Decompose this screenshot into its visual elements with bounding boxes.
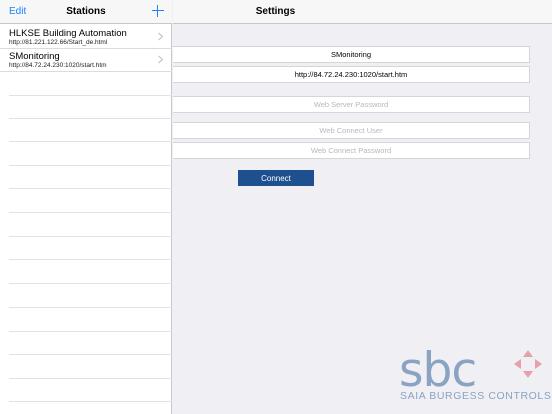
chevron-right-icon: [158, 55, 164, 64]
list-separator: [9, 118, 172, 119]
web-connect-password-field[interactable]: [173, 142, 530, 159]
connect-button[interactable]: Connect: [238, 170, 314, 186]
list-separator: [9, 378, 172, 379]
chevron-right-icon: [158, 32, 164, 41]
stations-title: Stations: [66, 6, 106, 17]
web-server-password-field[interactable]: [173, 96, 530, 113]
settings-nav-bar: Settings: [173, 0, 552, 24]
station-url: http://81.221.122.66/Start_de.html: [9, 39, 108, 46]
station-name-field[interactable]: [173, 46, 530, 63]
add-station-plus-icon[interactable]: [151, 4, 165, 18]
stations-pane: Edit Stations HLKSE Building Automation …: [0, 0, 172, 414]
station-row-hlkse[interactable]: HLKSE Building Automation http://81.221.…: [0, 25, 172, 49]
list-separator: [9, 307, 172, 308]
station-url: http://84.72.24.230:1020/start.htm: [9, 62, 107, 69]
logo-arrows-icon: [514, 350, 542, 378]
list-separator: [9, 259, 172, 260]
web-connect-user-field[interactable]: [173, 122, 530, 139]
list-separator: [9, 165, 172, 166]
list-separator: [9, 188, 172, 189]
logo-subtitle: SAIA BURGESS CONTROLS: [400, 390, 552, 402]
list-separator: [9, 212, 172, 213]
station-name: HLKSE Building Automation: [9, 28, 127, 39]
station-url-field[interactable]: [173, 66, 530, 83]
stations-nav-bar: Edit Stations: [0, 0, 172, 24]
list-separator: [9, 141, 172, 142]
list-separator: [9, 283, 172, 284]
settings-title: Settings: [255, 6, 296, 17]
list-separator: [9, 236, 172, 237]
station-row-smonitoring[interactable]: SMonitoring http://84.72.24.230:1020/sta…: [0, 48, 172, 72]
list-separator: [9, 95, 172, 96]
list-separator: [9, 354, 172, 355]
list-separator: [9, 401, 172, 402]
station-name: SMonitoring: [9, 51, 60, 62]
list-separator: [9, 331, 172, 332]
